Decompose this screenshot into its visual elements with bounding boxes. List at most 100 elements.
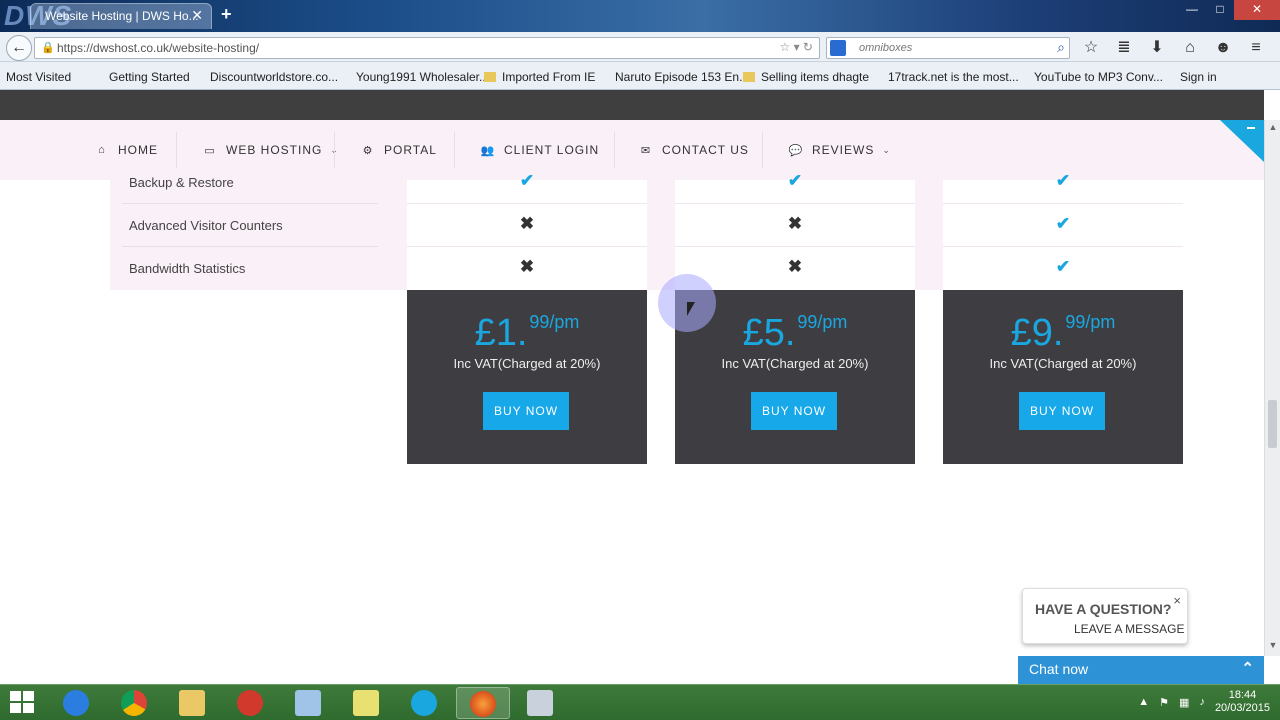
folder-icon <box>743 72 755 82</box>
firefox-icon <box>470 691 496 717</box>
clock[interactable]: 18:44 20/03/2015 <box>1215 689 1270 715</box>
bookmark-star-icon[interactable]: ☆ <box>1080 37 1102 59</box>
bookmark-item[interactable]: Most Visited <box>6 70 71 84</box>
search-icon[interactable]: ⌕ <box>1057 39 1065 56</box>
gears-icon: ⚙ <box>362 144 374 157</box>
vat-note: Inc VAT(Charged at 20%) <box>989 356 1137 371</box>
maximize-button[interactable]: □ <box>1206 0 1234 20</box>
bookmark-item[interactable]: Sign in <box>1180 70 1217 84</box>
checkmark-icon: ✔ <box>1055 257 1071 276</box>
monitor-icon: ▭ <box>204 144 216 157</box>
bookmark-item[interactable]: 17track.net is the most... <box>888 70 1019 84</box>
windows-logo-pane <box>23 703 34 713</box>
chat-now-bar[interactable]: Chat now ⌃ <box>1018 656 1264 684</box>
browser-tab[interactable]: Website Hosting | DWS Ho... ✕ <box>30 3 212 29</box>
row-divider <box>122 246 378 247</box>
comments-icon: 💬 <box>788 144 804 157</box>
bookmark-label: Young1991 Wholesaler... <box>356 70 489 84</box>
bookmark-label: Discountworldstore.co... <box>210 70 339 84</box>
close-icon[interactable]: × <box>1173 593 1181 608</box>
toolbar-icons: ☆ ≣ ⬇ ⌂ ☻ ≡ <box>1080 37 1267 59</box>
menu-label: WEB HOSTING <box>226 143 323 157</box>
taskbar-explorer[interactable] <box>166 687 220 719</box>
scroll-up-icon[interactable]: ▲ <box>1265 122 1280 136</box>
buy-now-button[interactable]: BUY NOW <box>751 392 837 430</box>
chat-now-label: Chat now <box>1029 661 1089 677</box>
menu-item-web-hosting[interactable]: ▭ WEB HOSTING ⌄ <box>202 120 339 180</box>
download-icon[interactable]: ⬇ <box>1146 37 1168 59</box>
clock-time: 18:44 <box>1228 689 1257 701</box>
bookmark-item[interactable]: Imported From IE <box>484 70 595 84</box>
buy-now-button[interactable]: BUY NOW <box>1019 392 1105 430</box>
corner-toggle[interactable] <box>1220 120 1264 162</box>
page-scrollbar[interactable]: ▲ ▼ <box>1264 120 1280 656</box>
feature-label: Advanced Visitor Counters <box>129 218 283 233</box>
bookmarks-list-icon[interactable]: ≣ <box>1113 37 1135 59</box>
chat-icon[interactable]: ☻ <box>1212 37 1234 59</box>
system-tray: ▲ ⚑ ▦ ♪ 18:44 20/03/2015 <box>1138 689 1270 715</box>
search-input[interactable]: omniboxes <box>859 42 912 54</box>
taskbar-ccleaner[interactable] <box>224 687 278 719</box>
bookmark-item[interactable]: Getting Started <box>109 70 190 84</box>
taskbar-firefox[interactable] <box>456 687 510 719</box>
windows-logo-pane <box>10 691 21 701</box>
url-bar[interactable]: 🔒 https://dwshost.co.uk/website-hosting/… <box>34 37 820 59</box>
menu-item-home[interactable]: ⌂ HOME <box>94 120 158 180</box>
bookmark-item[interactable]: Naruto Episode 153 En... <box>615 70 749 84</box>
menu-divider <box>762 132 763 168</box>
cross-icon: ✖ <box>519 214 535 233</box>
price-box: £9. 99/pm Inc VAT(Charged at 20%) BUY NOW <box>943 290 1183 464</box>
chevron-up-icon[interactable]: ⌃ <box>1241 659 1254 677</box>
bookmark-item[interactable]: YouTube to MP3 Conv... <box>1034 70 1163 84</box>
new-tab-button[interactable]: + <box>221 4 232 25</box>
taskbar-skype[interactable] <box>398 687 452 719</box>
browser-titlebar: DWS Website Hosting | DWS Ho... ✕ + — □ … <box>0 0 1280 32</box>
lock-icon: 🔒 <box>41 42 55 54</box>
question-bubble[interactable]: HAVE A QUESTION? LEAVE A MESSAGE × <box>1022 588 1188 644</box>
minimize-button[interactable]: — <box>1178 0 1206 20</box>
taskbar-app[interactable] <box>514 687 568 719</box>
search-engine-icon[interactable] <box>830 40 846 56</box>
tray-arrow-icon[interactable]: ▲ <box>1138 696 1149 708</box>
price: £9. 99/pm <box>943 312 1183 355</box>
tab-close-icon[interactable]: ✕ <box>191 7 203 24</box>
menu-icon[interactable]: ≡ <box>1245 37 1267 59</box>
buy-now-button[interactable]: BUY NOW <box>483 392 569 430</box>
folder-icon <box>179 690 205 716</box>
bookmark-item[interactable]: Discountworldstore.co... <box>210 70 338 84</box>
windows-logo-pane <box>23 691 34 701</box>
row-divider <box>407 246 647 247</box>
menu-label: CLIENT LOGIN <box>504 143 600 157</box>
feature-label: Bandwidth Statistics <box>129 261 246 276</box>
scroll-down-icon[interactable]: ▼ <box>1265 640 1280 654</box>
bookmark-label: Naruto Episode 153 En... <box>615 70 750 84</box>
menu-divider <box>454 132 455 168</box>
notes-icon <box>295 690 321 716</box>
url-text: https://dwshost.co.uk/website-hosting/ <box>57 41 260 55</box>
taskbar-app[interactable] <box>282 687 336 719</box>
row-divider <box>407 203 647 204</box>
bookmark-label: Sign in <box>1180 70 1217 84</box>
scrollbar-thumb[interactable] <box>1268 400 1277 448</box>
volume-icon[interactable]: ♪ <box>1199 696 1205 708</box>
back-button[interactable]: ← <box>6 35 32 61</box>
taskbar-app[interactable] <box>340 687 394 719</box>
page-top-band <box>0 90 1264 120</box>
cross-icon: ✖ <box>519 257 535 276</box>
clock-date: 20/03/2015 <box>1214 702 1270 714</box>
home-icon[interactable]: ⌂ <box>1179 37 1201 59</box>
price-fraction: 99/pm <box>797 312 848 332</box>
row-divider <box>122 203 378 204</box>
network-icon[interactable]: ▦ <box>1179 696 1189 709</box>
start-button[interactable] <box>10 691 36 715</box>
skype-icon <box>411 690 437 716</box>
bookmark-item[interactable]: Selling items dhagte <box>743 70 869 84</box>
taskbar-ie[interactable] <box>50 687 104 719</box>
price-fraction: 99/pm <box>1065 312 1116 332</box>
flag-icon[interactable]: ⚑ <box>1159 696 1169 709</box>
search-bar[interactable]: omniboxes ⌕ <box>826 37 1070 59</box>
reload-icon[interactable]: ☆ ▾ ↻ <box>779 40 813 54</box>
taskbar-chrome[interactable] <box>108 687 162 719</box>
close-window-button[interactable]: ✕ <box>1234 0 1280 20</box>
bookmark-item[interactable]: Young1991 Wholesaler... <box>356 70 489 84</box>
